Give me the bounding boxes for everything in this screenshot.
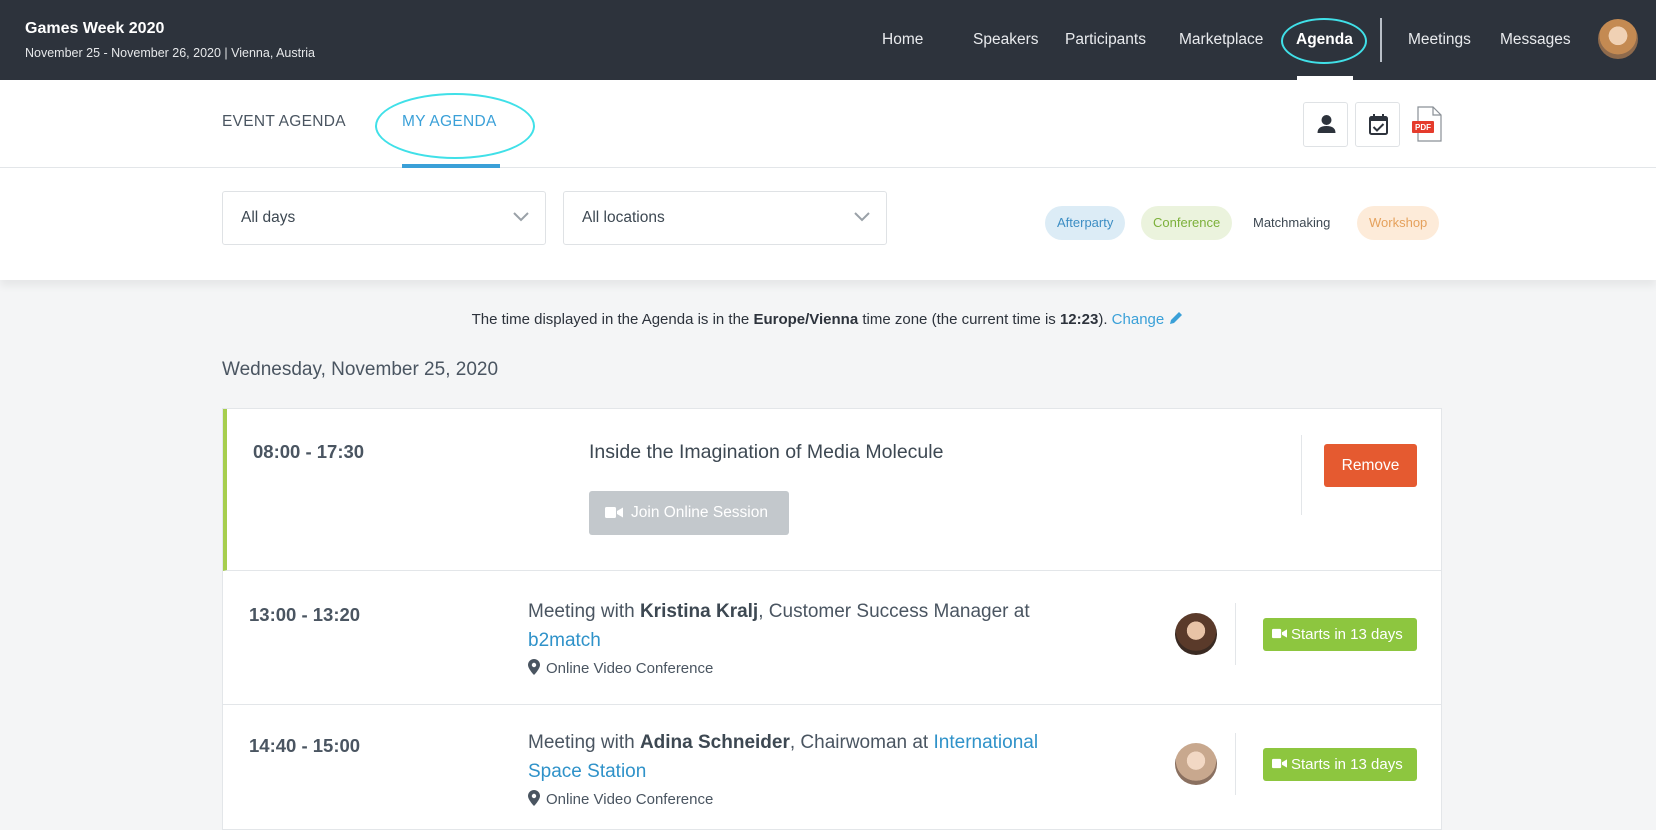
meeting-prefix: Meeting with (528, 601, 640, 622)
current-time: 12:23 (1059, 311, 1099, 328)
meeting-time: 14:40 - 15:00 (249, 735, 361, 756)
timezone-notice: The time displayed in the Agenda is in t… (0, 310, 1656, 328)
session-time: 08:00 - 17:30 (253, 441, 365, 462)
meeting-description: Meeting with Kristina Kralj, Customer Su… (528, 597, 1088, 655)
meeting-role: , Customer Success Manager at (758, 601, 1030, 622)
locations-select-value: All locations (582, 209, 665, 226)
filters-bar: All days All locations Afterparty Confer… (0, 168, 1656, 280)
starts-in-button[interactable]: Starts in 13 days (1263, 748, 1417, 781)
person-icon (1317, 115, 1336, 133)
meeting-location-label: Online Video Conference (546, 660, 714, 677)
days-select[interactable]: All days (222, 191, 546, 245)
tab-my-agenda[interactable]: MY AGENDA (402, 113, 497, 131)
nav-speakers[interactable]: Speakers (973, 31, 1038, 49)
timezone-middle: time zone (the current time is (858, 311, 1060, 328)
row-divider (1301, 435, 1302, 515)
category-chip-matchmaking[interactable]: Matchmaking (1241, 206, 1342, 240)
meeting-description: Meeting with Adina Schneider, Chairwoman… (528, 728, 1088, 786)
map-pin-icon (528, 790, 540, 806)
meeting-company-link[interactable]: b2match (528, 630, 601, 651)
chevron-down-icon (513, 212, 529, 222)
category-chip-workshop[interactable]: Workshop (1357, 206, 1440, 240)
change-timezone-link[interactable]: Change (1112, 311, 1185, 328)
meeting-person[interactable]: Adina Schneider (640, 732, 790, 753)
nav-messages[interactable]: Messages (1500, 31, 1571, 49)
agenda-session-row: 08:00 - 17:30 Inside the Imagination of … (223, 409, 1441, 571)
meeting-person[interactable]: Kristina Kralj (640, 601, 758, 622)
event-subtitle: November 25 - November 26, 2020 | Vienna… (25, 46, 315, 60)
nav-participants[interactable]: Participants (1065, 31, 1146, 49)
timezone-zone: Europe/Vienna (753, 311, 859, 328)
starts-in-button[interactable]: Starts in 13 days (1263, 618, 1417, 651)
meeting-time: 13:00 - 13:20 (249, 604, 361, 625)
join-online-session-label: Join Online Session (631, 504, 768, 521)
video-camera-icon (1272, 628, 1287, 639)
pdf-label: PDF (1415, 123, 1431, 132)
agenda-tabs-bar: EVENT AGENDA MY AGENDA PDF (0, 80, 1656, 168)
tab-event-agenda[interactable]: EVENT AGENDA (222, 113, 346, 131)
category-chip-afterparty[interactable]: Afterparty (1045, 206, 1126, 240)
event-title: Games Week 2020 (25, 20, 165, 37)
video-camera-icon (1272, 758, 1287, 769)
calendar-check-icon (1369, 114, 1388, 135)
calendar-export-button[interactable] (1355, 102, 1400, 147)
meeting-role: , Chairwoman at (789, 732, 934, 753)
timezone-suffix: ). (1098, 311, 1112, 328)
join-online-session-button[interactable]: Join Online Session (589, 491, 789, 535)
starts-in-label: Starts in 13 days (1291, 756, 1403, 773)
nav-agenda[interactable]: Agenda (1296, 31, 1353, 49)
person-filter-button[interactable] (1303, 102, 1348, 147)
pencil-icon (1170, 312, 1183, 324)
participant-avatar[interactable] (1175, 613, 1217, 655)
nav-meetings[interactable]: Meetings (1408, 31, 1471, 49)
locations-select[interactable]: All locations (563, 191, 887, 245)
starts-in-label: Starts in 13 days (1291, 626, 1403, 643)
meeting-location: Online Video Conference (528, 790, 713, 808)
event-brand[interactable]: Games Week 2020 November 25 - November 2… (25, 20, 315, 60)
remove-button[interactable]: Remove (1324, 444, 1417, 487)
participant-avatar[interactable] (1175, 743, 1217, 785)
chevron-down-icon (854, 212, 870, 222)
user-avatar[interactable] (1598, 19, 1638, 59)
row-divider (1235, 603, 1236, 665)
timezone-prefix: The time displayed in the Agenda is in t… (471, 311, 754, 328)
category-chip-conference[interactable]: Conference (1141, 206, 1233, 240)
days-select-value: All days (241, 209, 296, 226)
map-pin-icon (528, 659, 540, 675)
pdf-download-button[interactable]: PDF (1411, 106, 1443, 142)
agenda-list: 08:00 - 17:30 Inside the Imagination of … (222, 408, 1442, 830)
change-timezone-label: Change (1111, 311, 1165, 328)
agenda-meeting-row: 14:40 - 15:00 Meeting with Adina Schneid… (223, 705, 1441, 830)
session-title[interactable]: Inside the Imagination of Media Molecule (589, 441, 943, 464)
nav-home[interactable]: Home (882, 31, 923, 49)
meeting-location: Online Video Conference (528, 659, 713, 677)
row-divider (1235, 733, 1236, 795)
meeting-prefix: Meeting with (528, 732, 640, 753)
video-camera-icon (605, 507, 623, 518)
nav-divider (1380, 18, 1382, 62)
meeting-location-label: Online Video Conference (546, 791, 714, 808)
nav-marketplace[interactable]: Marketplace (1179, 31, 1263, 49)
agenda-meeting-row: 13:00 - 13:20 Meeting with Kristina Kral… (223, 571, 1441, 705)
day-heading: Wednesday, November 25, 2020 (222, 359, 499, 380)
top-navbar: Games Week 2020 November 25 - November 2… (0, 0, 1656, 80)
